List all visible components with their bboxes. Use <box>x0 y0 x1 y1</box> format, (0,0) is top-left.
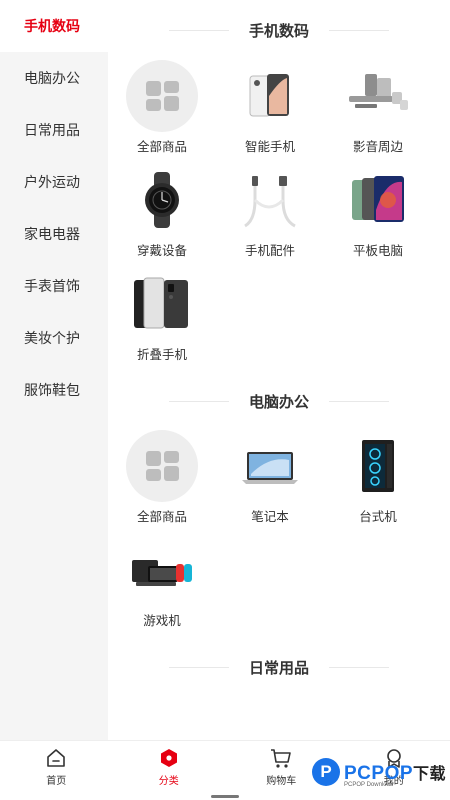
category-item-label: 影音周边 <box>352 140 403 154</box>
category-item-phone-accessories[interactable]: 手机配件 <box>216 164 324 268</box>
category-grid: 全部商品 智能手机 影音周边 穿戴设备 手机配件 平板电脑 折叠手机 <box>108 60 450 372</box>
cart-icon <box>271 749 292 768</box>
category-item-label: 台式机 <box>359 510 397 524</box>
sidebar-item-clothing-bags[interactable]: 服饰鞋包 <box>0 364 108 416</box>
category-item-all[interactable]: 全部商品 <box>108 430 216 534</box>
sidebar-item-watches-jewelry[interactable]: 手表首饰 <box>0 260 108 312</box>
sidebar-item-label: 服饰鞋包 <box>24 382 80 398</box>
category-item-all[interactable]: 全部商品 <box>108 60 216 164</box>
sidebar-item-beauty-care[interactable]: 美妆个护 <box>0 312 108 364</box>
tablet-icon <box>352 176 404 222</box>
category-content: 手机数码 全部商品 智能手机 影音周边 穿戴设备 手机配件 平板电脑 折叠手机 … <box>108 0 450 740</box>
all-products-icon <box>126 430 198 502</box>
divider <box>329 29 389 31</box>
sidebar-item-computer-office[interactable]: 电脑办公 <box>0 52 108 104</box>
section-title: 手机数码 <box>108 0 450 60</box>
desktop-tower-icon <box>362 440 394 492</box>
divider <box>168 400 229 402</box>
section-title-text: 日常用品 <box>248 659 309 677</box>
divider <box>329 400 389 402</box>
section-title: 日常用品 <box>108 638 450 696</box>
category-item-foldable-phones[interactable]: 折叠手机 <box>108 268 216 372</box>
watermark-logo-icon: P <box>312 758 340 786</box>
smartwatch-icon <box>145 172 179 228</box>
section-title-text: 电脑办公 <box>248 393 309 411</box>
section-title: 电脑办公 <box>108 372 450 430</box>
category-item-game-consoles[interactable]: 游戏机 <box>108 534 216 638</box>
category-sidebar: 手机数码 电脑办公 日常用品 户外运动 家电电器 手表首饰 美妆个护 服饰鞋包 <box>0 0 108 740</box>
tab-category[interactable]: 分类 <box>113 741 226 800</box>
category-item-label: 折叠手机 <box>136 348 187 362</box>
watermark: P PCPOP下载 PCPOP Download <box>312 758 447 788</box>
category-item-label: 笔记本 <box>251 510 289 524</box>
home-indicator <box>211 795 239 798</box>
divider <box>168 666 229 668</box>
section-title-text: 手机数码 <box>248 22 309 40</box>
laptop-icon <box>242 452 298 484</box>
usb-cable-icon <box>244 176 296 228</box>
watermark-sub: PCPOP Download <box>344 782 394 788</box>
sidebar-item-label: 美妆个护 <box>24 330 80 346</box>
tab-home[interactable]: 首页 <box>0 741 113 800</box>
sidebar-item-label: 家电电器 <box>24 226 80 242</box>
sidebar-item-label: 手机数码 <box>24 18 80 34</box>
category-item-label: 平板电脑 <box>352 244 403 258</box>
category-item-smartphone[interactable]: 智能手机 <box>216 60 324 164</box>
category-item-label: 智能手机 <box>244 140 295 154</box>
sidebar-item-home-appliances[interactable]: 家电电器 <box>0 208 108 260</box>
category-item-wearables[interactable]: 穿戴设备 <box>108 164 216 268</box>
all-products-icon <box>126 60 198 132</box>
home-icon <box>47 749 66 767</box>
smartphone-icon <box>249 74 289 117</box>
watermark-suffix: 下载 <box>413 765 447 783</box>
speaker-icon <box>349 74 408 110</box>
sidebar-item-label: 电脑办公 <box>24 70 80 86</box>
category-item-desktops[interactable]: 台式机 <box>324 430 432 534</box>
category-item-label: 全部商品 <box>136 510 187 524</box>
category-item-tablets[interactable]: 平板电脑 <box>324 164 432 268</box>
watermark-brand: PCPOP <box>344 762 414 784</box>
category-item-label: 穿戴设备 <box>136 244 187 258</box>
foldable-phone-icon <box>134 277 188 329</box>
sidebar-item-label: 户外运动 <box>24 174 80 190</box>
sidebar-item-daily-goods[interactable]: 日常用品 <box>0 104 108 156</box>
sidebar-item-outdoor-sports[interactable]: 户外运动 <box>0 156 108 208</box>
category-icon <box>160 749 177 767</box>
sidebar-item-label: 日常用品 <box>24 122 80 138</box>
divider <box>168 29 229 31</box>
category-item-label: 游戏机 <box>143 614 181 628</box>
category-item-audio-video[interactable]: 影音周边 <box>324 60 432 164</box>
sidebar-item-phones-digital[interactable]: 手机数码 <box>0 0 108 52</box>
sidebar-item-label: 手表首饰 <box>24 278 80 294</box>
tab-label: 首页 <box>46 776 67 787</box>
divider <box>329 666 389 668</box>
tab-label: 分类 <box>158 776 179 787</box>
tab-label: 购物车 <box>266 776 297 787</box>
category-item-label: 手机配件 <box>244 244 295 258</box>
category-item-laptops[interactable]: 笔记本 <box>216 430 324 534</box>
category-grid: 全部商品 笔记本 台式机 游戏机 <box>108 430 450 638</box>
game-console-icon <box>132 560 192 586</box>
category-item-label: 全部商品 <box>136 140 187 154</box>
